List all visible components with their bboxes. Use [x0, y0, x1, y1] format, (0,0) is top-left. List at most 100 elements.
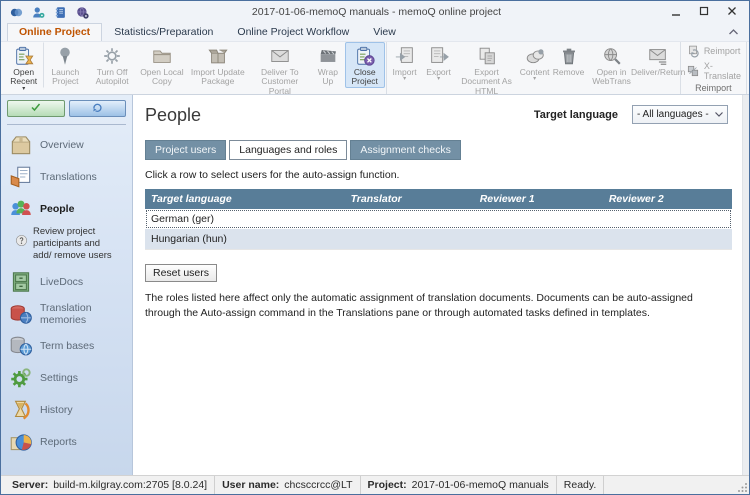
note-text: The roles listed here affect only the au…	[145, 291, 714, 321]
trash-icon	[558, 45, 580, 68]
launch-project-button[interactable]: Launch Project	[43, 42, 87, 88]
maximize-icon	[699, 6, 709, 19]
table-row[interactable]: German (ger)	[145, 209, 732, 229]
content-pane: People Target language - All languages -…	[133, 95, 742, 475]
window-controls	[663, 3, 745, 21]
tab-project-users[interactable]: Project users	[145, 140, 226, 160]
column-header-translator: Translator	[345, 189, 474, 209]
sidebar-item-term-bases[interactable]: Term bases	[7, 330, 126, 362]
chevron-down-icon: ▾	[22, 87, 25, 91]
export-button[interactable]: Export▾	[422, 42, 456, 82]
ribbon-collapse-button[interactable]	[725, 25, 741, 39]
open-in-webtrans-button[interactable]: Open in WebTrans	[586, 42, 638, 88]
help-icon	[15, 226, 28, 247]
status-label: User name:	[222, 479, 279, 491]
sidebar-item-label: Term bases	[40, 340, 94, 352]
close-project-icon	[354, 45, 376, 68]
table-body: German (ger) Hungarian (hun)	[145, 209, 732, 249]
sidebar-item-livedocs[interactable]: LiveDocs	[7, 266, 126, 298]
x-translate-button[interactable]: X-Translate	[686, 61, 741, 81]
qat-user-gear-icon[interactable]	[31, 5, 46, 20]
ribbon-tab-online-project-workflow[interactable]: Online Project Workflow	[225, 23, 361, 41]
confirm-button[interactable]	[7, 100, 65, 117]
overview-box-icon	[8, 132, 34, 158]
open-local-copy-button[interactable]: Open Local Copy	[137, 42, 187, 88]
remove-button[interactable]: Remove	[552, 42, 586, 78]
table-cell: German (ger)	[145, 213, 345, 225]
tab-assignment-checks[interactable]: Assignment checks	[350, 140, 460, 160]
quick-access-toolbar	[9, 5, 90, 20]
launch-project-icon	[54, 45, 76, 68]
import-update-package-button[interactable]: Import Update Package	[187, 42, 249, 88]
sidebar-item-translation-memories[interactable]: Translation memories	[7, 298, 126, 330]
qat-notebook-icon[interactable]	[53, 5, 68, 20]
open-recent-label: Open Recent	[7, 68, 40, 87]
sidebar-item-label: Translation memories	[40, 302, 125, 326]
page-title: People	[145, 105, 201, 126]
qat-memoq-logo-icon[interactable]	[9, 5, 24, 20]
remove-label: Remove	[553, 68, 585, 77]
open-recent-button[interactable]: Open Recent▾	[4, 42, 43, 92]
translations-doc-icon	[8, 164, 34, 190]
reset-users-button[interactable]: Reset users	[145, 264, 217, 282]
import-button[interactable]: Import▾	[388, 42, 422, 82]
open-recent-icon	[13, 45, 35, 68]
import-document-icon	[394, 45, 416, 68]
status-value: build-m.kilgray.com:2705 [8.0.24]	[53, 479, 207, 491]
memoq-online-project-window: 2017-01-06-memoQ manuals - memoQ online …	[0, 0, 750, 495]
status-segment: Ready.	[557, 476, 605, 494]
close-project-label: Close Project	[348, 68, 382, 87]
status-segment: User name:chcsccrcc@LT	[215, 476, 360, 494]
deliver-return-button[interactable]: Deliver/Return	[638, 42, 679, 78]
resize-grip[interactable]	[737, 482, 748, 493]
sidebar-item-people[interactable]: People	[7, 193, 126, 225]
open-in-webtrans-label: Open in WebTrans	[589, 68, 635, 87]
chevron-down-icon: ▾	[403, 77, 406, 81]
sidebar-item-reports[interactable]: Reports	[7, 426, 126, 458]
tab-languages-and-roles[interactable]: Languages and roles	[229, 140, 347, 160]
export-document-as-html-button[interactable]: Export Document As HTML▾	[456, 42, 518, 95]
ribbon-tab-statistics-preparation[interactable]: Statistics/Preparation	[102, 23, 225, 41]
envelope-icon	[269, 45, 291, 68]
content-cloud-icon	[524, 45, 546, 68]
close-button[interactable]	[719, 3, 745, 21]
sidebar-item-overview[interactable]: Overview	[7, 129, 126, 161]
ribbon-tab-online-project[interactable]: Online Project	[7, 23, 102, 41]
qat-globe-gear-icon[interactable]	[75, 5, 90, 20]
chevron-down-icon	[715, 109, 723, 120]
ribbon-group-label: Reimport	[682, 83, 745, 94]
sync-arrow-icon	[91, 101, 103, 116]
export-document-as-html-label: Export Document As HTML	[459, 68, 515, 95]
deliver-to-customer-portal-button[interactable]: Deliver To Customer Portal	[249, 42, 311, 95]
roles-table: Target languageTranslatorReviewer 1Revie…	[145, 189, 732, 250]
term-bases-icon	[8, 333, 34, 359]
sidebar-item-history[interactable]: History	[7, 394, 126, 426]
launch-project-label: Launch Project	[46, 68, 84, 87]
chevron-up-icon	[729, 26, 738, 38]
minimize-button[interactable]	[663, 3, 689, 21]
target-language-select[interactable]: - All languages -	[632, 105, 728, 124]
reimport-button[interactable]: Reimport	[686, 44, 741, 58]
refresh-button[interactable]	[69, 100, 127, 117]
close-icon	[727, 6, 737, 19]
wrap-up-button[interactable]: Wrap Up	[311, 42, 345, 88]
chevron-down-icon: ▾	[437, 77, 440, 81]
table-cell: Hungarian (hun)	[145, 233, 345, 245]
target-language-value: - All languages -	[637, 109, 709, 120]
sidebar-description-text: Review project participants and add/ rem…	[33, 226, 117, 262]
table-row[interactable]: Hungarian (hun)	[145, 229, 732, 249]
turn-off-autopilot-button[interactable]: Turn Off Autopilot	[87, 42, 137, 88]
ribbon-tab-view[interactable]: View	[361, 23, 408, 41]
content-header: People Target language - All languages -	[145, 105, 738, 126]
sidebar-item-translations[interactable]: Translations	[7, 161, 126, 193]
column-header-reviewer-1: Reviewer 1	[474, 189, 603, 209]
ribbon-group-document: Import▾Export▾Export Document As HTML▾Co…	[387, 42, 681, 94]
close-project-button[interactable]: Close Project	[345, 42, 385, 88]
target-language-box: Target language - All languages -	[534, 105, 738, 124]
maximize-button[interactable]	[691, 3, 717, 21]
sidebar-item-settings[interactable]: Settings	[7, 362, 126, 394]
table-header-row: Target languageTranslatorReviewer 1Revie…	[145, 189, 732, 209]
content-button[interactable]: Content▾	[518, 42, 552, 82]
main-area: OverviewTranslationsPeopleReview project…	[1, 95, 749, 475]
sidebar-item-label: Translations	[40, 171, 97, 183]
